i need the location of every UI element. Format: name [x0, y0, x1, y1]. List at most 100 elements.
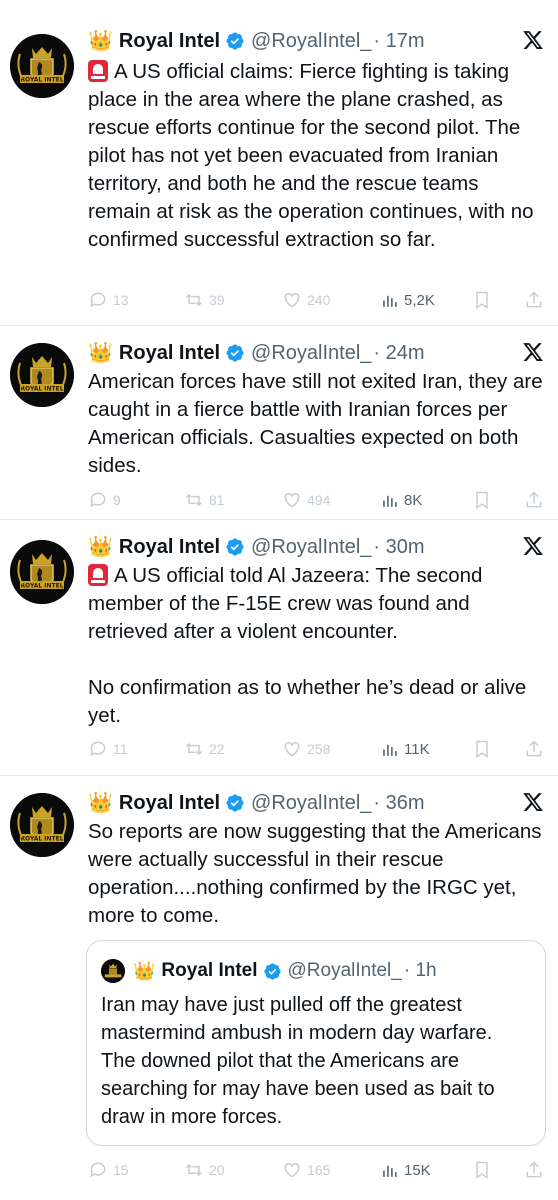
tweet-header: 👑 Royal Intel @RoyalIntel_ · 17m — [88, 27, 548, 55]
reply-count: 11 — [113, 741, 128, 757]
share-icon[interactable] — [524, 1160, 544, 1180]
like-button[interactable]: 258 — [282, 739, 330, 759]
quoted-tweet-text: Iran may have just pulled off the greate… — [101, 994, 495, 1128]
share-icon[interactable] — [524, 290, 544, 310]
crown-emoji: 👑 — [133, 961, 156, 981]
views-chart-icon — [383, 295, 397, 307]
repost-count: 22 — [209, 741, 225, 757]
action-bar: 13 39 240 5,2K — [88, 289, 546, 311]
bookmark-icon[interactable] — [472, 290, 492, 310]
quoted-avatar — [101, 959, 125, 983]
repost-icon — [185, 1163, 203, 1177]
reply-button[interactable]: 15 — [88, 1160, 129, 1180]
tweet-text-paragraph: So reports are now suggesting that the A… — [88, 820, 542, 927]
display-name[interactable]: Royal Intel — [119, 792, 220, 815]
avatar-logo-text: ROYAL INTEL — [20, 77, 63, 84]
reply-button[interactable]: 9 — [88, 490, 121, 510]
tweet-text-paragraph: No confirmation as to whether he’s dead … — [88, 676, 527, 727]
avatar[interactable]: ROYAL INTEL — [10, 540, 74, 604]
heart-icon — [284, 292, 300, 308]
like-count: 258 — [307, 741, 331, 757]
handle[interactable]: @RoyalIntel_ — [251, 792, 371, 815]
tweet-text: So reports are now suggesting that the A… — [88, 818, 544, 930]
x-logo-icon — [523, 793, 543, 811]
reply-icon — [90, 741, 106, 757]
verified-badge-icon — [226, 344, 244, 362]
timestamp[interactable]: · 24m — [373, 342, 424, 365]
avatar[interactable]: ROYAL INTEL — [10, 34, 74, 98]
reply-button[interactable]: 13 — [88, 290, 129, 310]
avatar[interactable]: ROYAL INTEL — [10, 793, 74, 857]
verified-badge-icon — [226, 32, 244, 50]
reply-button[interactable]: 11 — [88, 739, 128, 759]
avatar-logo-text: ROYAL INTEL — [20, 583, 63, 590]
avatar-logo-text: ROYAL INTEL — [20, 386, 63, 393]
avatar[interactable]: ROYAL INTEL — [10, 343, 74, 407]
timestamp[interactable]: · 30m — [373, 536, 424, 559]
x-logo-icon — [523, 31, 543, 49]
x-logo-icon — [523, 537, 543, 555]
repost-count: 20 — [209, 1162, 225, 1178]
timestamp[interactable]: · 36m — [373, 792, 424, 815]
views-button[interactable]: 5,2K — [380, 291, 435, 310]
views-count: 8K — [404, 491, 423, 509]
tweet-text-paragraph: A US official told Al Jazeera: The secon… — [88, 564, 483, 643]
quoted-timestamp: · 1h — [403, 960, 437, 981]
views-button[interactable]: 11K — [380, 740, 430, 759]
quoted-handle: @RoyalIntel_ — [287, 960, 402, 981]
crown-emoji: 👑 — [88, 342, 113, 364]
repost-icon — [185, 493, 203, 507]
repost-button[interactable]: 39 — [184, 290, 225, 310]
views-chart-icon — [383, 744, 397, 756]
handle[interactable]: @RoyalIntel_ — [251, 30, 371, 53]
tweet-header: 👑 Royal Intel @RoyalIntel_ · 30m — [88, 533, 548, 561]
like-button[interactable]: 165 — [282, 1160, 330, 1180]
tweet-text-paragraph: A US official claims: Fierce fighting is… — [88, 60, 534, 251]
like-count: 494 — [307, 492, 331, 508]
crown-emoji: 👑 — [88, 792, 113, 814]
repost-button[interactable]: 81 — [184, 490, 225, 510]
tweet-3[interactable]: ROYAL INTEL 👑 Royal Intel @RoyalIntel_ ·… — [0, 520, 558, 776]
crown-emoji: 👑 — [88, 536, 113, 558]
views-chart-icon — [383, 1165, 397, 1177]
handle[interactable]: @RoyalIntel_ — [251, 342, 371, 365]
action-bar: 11 22 258 11K — [88, 738, 546, 760]
tweet-text-paragraph: American forces have still not exited Ir… — [88, 370, 543, 477]
repost-count: 39 — [209, 292, 225, 308]
handle[interactable]: @RoyalIntel_ — [251, 536, 371, 559]
siren-emoji-icon — [88, 60, 108, 82]
bookmark-icon[interactable] — [472, 490, 492, 510]
heart-icon — [284, 1162, 300, 1178]
repost-button[interactable]: 20 — [184, 1160, 225, 1180]
share-icon[interactable] — [524, 490, 544, 510]
views-button[interactable]: 8K — [380, 491, 422, 510]
avatar-logo-text: ROYAL INTEL — [20, 836, 63, 843]
bookmark-icon[interactable] — [472, 1160, 492, 1180]
repost-button[interactable]: 22 — [184, 739, 225, 759]
bookmark-icon[interactable] — [472, 739, 492, 759]
views-count: 5,2K — [404, 291, 435, 309]
share-icon[interactable] — [524, 739, 544, 759]
views-button[interactable]: 15K — [380, 1161, 431, 1180]
heart-icon — [284, 741, 300, 757]
like-button[interactable]: 494 — [282, 490, 330, 510]
display-name[interactable]: Royal Intel — [119, 342, 220, 365]
crown-emoji: 👑 — [88, 30, 113, 52]
tweet-header: 👑 Royal Intel @RoyalIntel_ · 24m — [88, 339, 548, 367]
views-count: 11K — [404, 740, 430, 758]
x-logo-icon — [523, 343, 543, 361]
tweet-text: A US official claims: Fierce fighting is… — [88, 58, 544, 254]
verified-badge-icon — [263, 962, 281, 980]
heart-icon — [284, 492, 300, 508]
quoted-tweet-header: 👑 Royal Intel @RoyalIntel_ · 1h — [101, 959, 437, 983]
like-button[interactable]: 240 — [282, 290, 330, 310]
display-name[interactable]: Royal Intel — [119, 536, 220, 559]
tweet-1[interactable]: ROYAL INTEL 👑 Royal Intel @RoyalIntel_ ·… — [0, 0, 558, 326]
tweet-2[interactable]: ROYAL INTEL 👑 Royal Intel @RoyalIntel_ ·… — [0, 326, 558, 520]
reply-icon — [90, 292, 106, 308]
timestamp[interactable]: · 17m — [373, 30, 424, 53]
tweet-text: A US official told Al Jazeera: The secon… — [88, 562, 544, 730]
display-name[interactable]: Royal Intel — [119, 30, 220, 53]
quoted-tweet-card[interactable]: 👑 Royal Intel @RoyalIntel_ · 1h Iran may… — [86, 940, 546, 1146]
tweet-4[interactable]: ROYAL INTEL 👑 Royal Intel @RoyalIntel_ ·… — [0, 776, 558, 1200]
